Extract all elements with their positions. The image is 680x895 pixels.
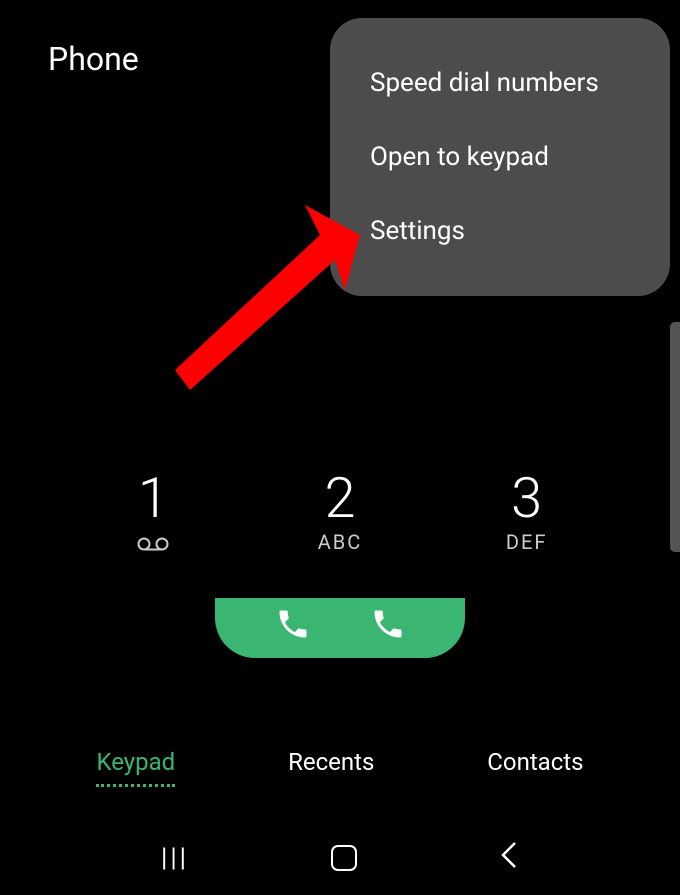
nav-home-button[interactable] [331, 845, 357, 871]
menu-item-speed-dial[interactable]: Speed dial numbers [330, 46, 670, 120]
key-1[interactable]: 1 [93, 470, 213, 557]
keypad: 1 2 ABC 3 DEF [0, 470, 680, 557]
key-digit: 1 [138, 470, 169, 526]
nav-back-button[interactable] [499, 839, 519, 877]
key-3[interactable]: 3 DEF [467, 470, 587, 557]
call-button[interactable] [215, 598, 465, 658]
key-digit: 2 [324, 470, 355, 526]
key-digit: 3 [511, 470, 542, 526]
key-2[interactable]: 2 ABC [280, 470, 400, 557]
tab-keypad[interactable]: Keypad [96, 748, 175, 787]
menu-item-settings[interactable]: Settings [330, 194, 670, 268]
tab-recents[interactable]: Recents [288, 748, 374, 787]
key-letters: ABC [318, 530, 363, 554]
chevron-left-icon [499, 841, 519, 869]
tabs: Keypad Recents Contacts [0, 748, 680, 787]
key-letters: DEF [506, 530, 548, 554]
nav-bar: ||| [0, 839, 680, 877]
menu-item-open-keypad[interactable]: Open to keypad [330, 120, 670, 194]
voicemail-icon [137, 532, 169, 557]
dropdown-menu: Speed dial numbers Open to keypad Settin… [330, 18, 670, 296]
nav-recents-button[interactable]: ||| [161, 843, 189, 873]
phone-icon [370, 606, 406, 642]
tab-contacts[interactable]: Contacts [487, 748, 583, 787]
phone-icon [275, 606, 311, 642]
